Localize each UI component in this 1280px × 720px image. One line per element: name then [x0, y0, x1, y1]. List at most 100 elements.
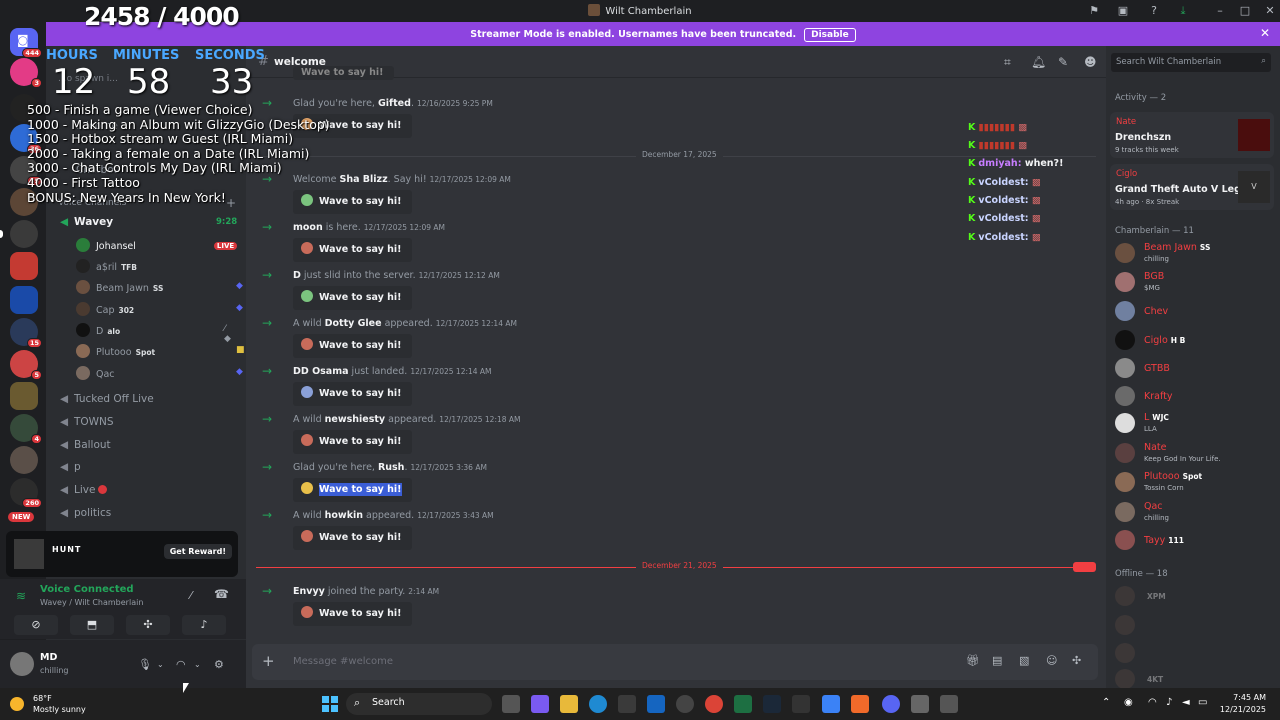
- threads-icon[interactable]: ⌗: [1004, 55, 1011, 70]
- voice-user[interactable]: Plutooo Spot ■: [76, 344, 245, 362]
- wave-button-partial[interactable]: Wave to say hi!: [293, 66, 394, 80]
- voice-user[interactable]: Dalo ⁄ ◆: [76, 323, 231, 344]
- channel-live[interactable]: ◀ Live: [60, 484, 240, 504]
- copilot-icon[interactable]: [531, 695, 549, 713]
- member-row[interactable]: Beam Jawn SS chilling: [1115, 240, 1275, 266]
- member-row[interactable]: Qac chilling: [1115, 499, 1275, 525]
- channel-tucked-off-live[interactable]: ◀ Tucked Off Live: [60, 393, 240, 413]
- member-row[interactable]: GTBB: [1115, 355, 1275, 381]
- file-explorer-icon[interactable]: [560, 695, 578, 713]
- server-8[interactable]: [10, 286, 38, 314]
- maximize-button[interactable]: □: [1237, 3, 1253, 19]
- plus-icon[interactable]: +: [262, 652, 275, 670]
- msg-username[interactable]: Dotty Glee: [325, 318, 382, 329]
- wave-button[interactable]: Wave to say hi!: [293, 526, 412, 550]
- voice-user[interactable]: a$ril TFB: [76, 259, 137, 277]
- member-row[interactable]: Plutooo Spot Tossin Corn: [1115, 469, 1275, 495]
- channel-towns[interactable]: ◀ TOWNS: [60, 416, 240, 436]
- edge-icon[interactable]: [589, 695, 607, 713]
- member-row[interactable]: Chev: [1115, 298, 1275, 324]
- inbox-icon[interactable]: ⚑: [1086, 3, 1102, 19]
- msg-username[interactable]: Gifted: [378, 98, 411, 109]
- member-row[interactable]: [1115, 640, 1275, 666]
- members-icon[interactable]: ☻: [1084, 55, 1097, 69]
- voice-user[interactable]: Beam Jawn SS ◆: [76, 280, 243, 298]
- server-11[interactable]: [10, 382, 38, 410]
- outlook-icon[interactable]: [647, 695, 665, 713]
- search-input[interactable]: Search Wilt Chamberlain ⌕: [1111, 53, 1271, 72]
- member-row[interactable]: Tayy 111: [1115, 527, 1275, 553]
- wave-button[interactable]: Wave to say hi!: [293, 334, 412, 358]
- activity-card[interactable]: Ciglo Grand Theft Auto V Legacy 4h ago ·…: [1110, 164, 1274, 210]
- close-window-button[interactable]: ✕: [1262, 3, 1278, 19]
- wave-button[interactable]: Wave to say hi!: [293, 430, 412, 454]
- obs-icon[interactable]: [940, 695, 958, 713]
- taskbar-search[interactable]: ⌕ Search: [346, 693, 492, 715]
- get-reward-button[interactable]: Get Reward!: [163, 544, 232, 559]
- server-9[interactable]: 15: [10, 318, 42, 348]
- msg-username[interactable]: Rush: [378, 462, 405, 473]
- task-view-icon[interactable]: [502, 695, 520, 713]
- server-1[interactable]: 3: [10, 58, 42, 88]
- battery-icon[interactable]: ▭: [1198, 697, 1207, 708]
- minimize-button[interactable]: –: [1212, 3, 1228, 19]
- msg-username[interactable]: howkin: [325, 510, 363, 521]
- wave-button[interactable]: Wave to say hi!: [293, 478, 412, 502]
- voice-user[interactable]: Johansel LIVE: [76, 238, 238, 256]
- channel-politics[interactable]: ◀ politics: [60, 507, 240, 527]
- channel-p[interactable]: ◀ p: [60, 461, 240, 481]
- member-row[interactable]: L WJC LLA: [1115, 410, 1275, 436]
- server-13[interactable]: [10, 446, 38, 474]
- mic-icon[interactable]: ♪: [1166, 697, 1172, 708]
- discord-icon[interactable]: [882, 695, 900, 713]
- steam-icon[interactable]: [763, 695, 781, 713]
- wave-button[interactable]: Wave to say hi!: [293, 382, 412, 406]
- gift-icon[interactable]: 🎁︎: [966, 654, 980, 667]
- member-row[interactable]: Ciglo H B: [1115, 327, 1275, 353]
- github-icon[interactable]: [676, 695, 694, 713]
- channel-ballout[interactable]: ◀ Ballout: [60, 439, 240, 459]
- member-row[interactable]: BGB $MG: [1115, 269, 1275, 295]
- excel-icon[interactable]: [734, 695, 752, 713]
- volume-icon[interactable]: ◄: [1182, 697, 1190, 708]
- activity-card[interactable]: Nate Drenchszn 9 tracks this week: [1110, 112, 1274, 158]
- server-7[interactable]: [10, 252, 38, 280]
- store-icon[interactable]: [618, 695, 636, 713]
- server-6[interactable]: [0, 220, 38, 248]
- chrome-icon[interactable]: [705, 695, 723, 713]
- emoji-icon[interactable]: ☺: [1046, 654, 1057, 667]
- voice-channel-wavey[interactable]: ◀ Wavey 9:28: [60, 216, 240, 236]
- bell-icon[interactable]: 🔔︎: [1031, 55, 1046, 69]
- msg-username[interactable]: D: [293, 270, 301, 281]
- start-button[interactable]: [322, 696, 338, 712]
- msg-username[interactable]: newshiesty: [325, 414, 386, 425]
- tray-app-icon[interactable]: ◉: [1124, 697, 1133, 708]
- new-servers-badge[interactable]: NEW: [8, 512, 35, 522]
- gif-icon[interactable]: ▤: [992, 654, 1002, 667]
- server-10[interactable]: 5: [10, 350, 42, 380]
- close-icon[interactable]: ✕: [1260, 26, 1270, 40]
- server-12[interactable]: 4: [10, 414, 42, 444]
- wifi-icon[interactable]: ◠: [1148, 697, 1157, 708]
- member-row[interactable]: Nate Keep God In Your Life.: [1115, 440, 1275, 466]
- member-row[interactable]: XPM: [1115, 583, 1275, 609]
- msg-username[interactable]: Envyy: [293, 586, 325, 597]
- settings-app-icon[interactable]: [911, 695, 929, 713]
- apps-icon[interactable]: ✣: [1072, 654, 1081, 667]
- server-14[interactable]: 260: [10, 478, 42, 508]
- wave-button[interactable]: Wave to say hi!: [293, 286, 412, 310]
- taskbar-clock[interactable]: 7:45 AM 12/21/2025: [1220, 692, 1266, 716]
- msg-username[interactable]: moon: [293, 222, 323, 233]
- download-icon[interactable]: ⤓: [1175, 3, 1191, 19]
- msg-username[interactable]: Sha Blizz: [339, 174, 387, 185]
- member-row[interactable]: [1115, 612, 1275, 638]
- disable-streamer-button[interactable]: Disable: [804, 28, 856, 42]
- home-button[interactable]: ◙ 444: [10, 28, 42, 58]
- help-icon[interactable]: ?: [1146, 3, 1162, 19]
- voice-user[interactable]: Cap 302 ◆: [76, 302, 243, 320]
- notepad-icon[interactable]: [822, 695, 840, 713]
- wave-button[interactable]: Wave to say hi!: [293, 238, 412, 262]
- chevron-up-icon[interactable]: ⌃: [1102, 697, 1110, 708]
- app-icon[interactable]: [792, 695, 810, 713]
- member-row[interactable]: Krafty: [1115, 383, 1275, 409]
